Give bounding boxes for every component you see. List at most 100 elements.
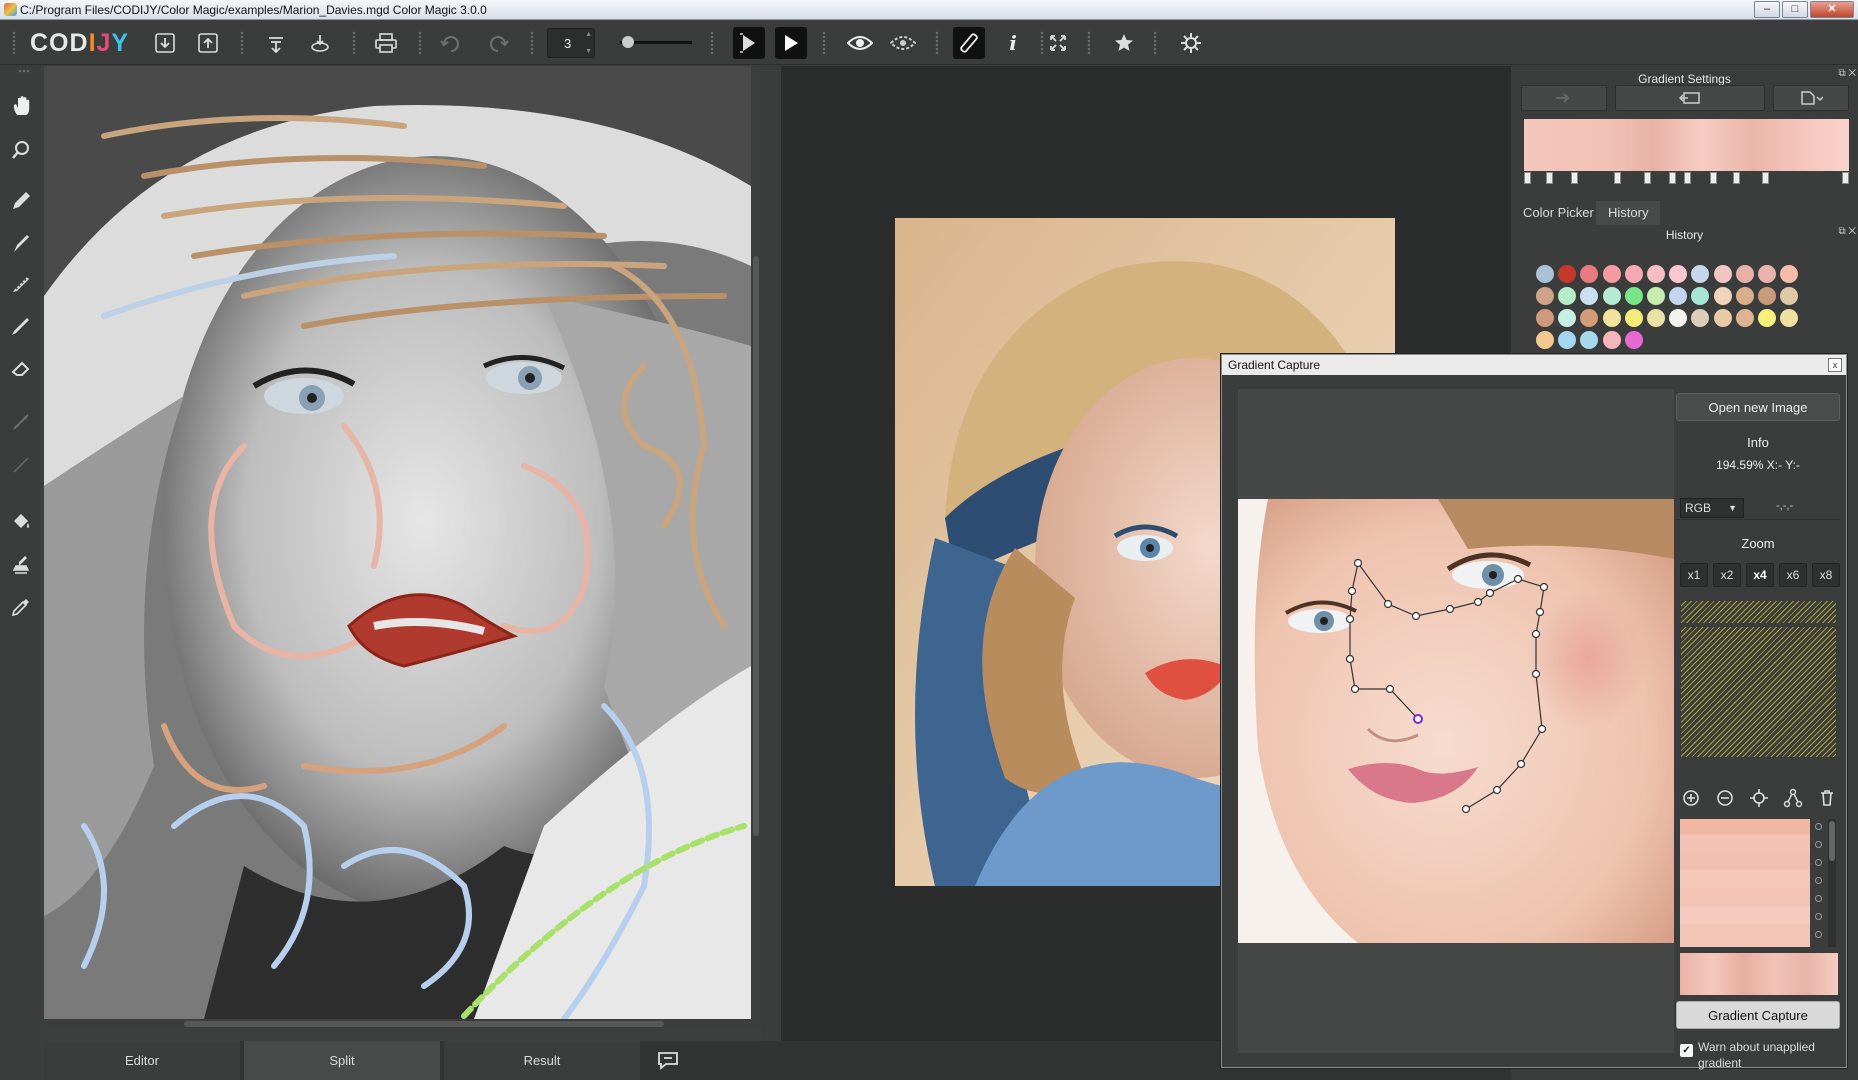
history-swatch[interactable] bbox=[1735, 265, 1754, 283]
dialog-close-button[interactable]: x bbox=[1828, 358, 1842, 372]
zoom-x2-button[interactable]: x2 bbox=[1713, 563, 1741, 587]
brush-icon[interactable] bbox=[6, 228, 36, 258]
history-swatch[interactable] bbox=[1780, 287, 1799, 305]
history-swatch[interactable] bbox=[1669, 265, 1688, 283]
history-swatch[interactable] bbox=[1780, 309, 1799, 327]
warn-unapplied-checkbox[interactable]: ✓ Warn about unapplied gradient bbox=[1678, 1039, 1842, 1071]
history-swatch[interactable] bbox=[1758, 265, 1776, 283]
thin-line-icon[interactable] bbox=[6, 450, 36, 480]
editor-hscroll[interactable] bbox=[44, 1019, 761, 1029]
toolbar-grip[interactable] bbox=[12, 31, 16, 55]
scroll-thumb[interactable] bbox=[1829, 821, 1835, 861]
toolbar-grip[interactable] bbox=[240, 31, 244, 55]
export-icon[interactable] bbox=[260, 27, 292, 59]
trash-icon[interactable] bbox=[1816, 787, 1838, 809]
history-swatch[interactable] bbox=[1602, 309, 1621, 327]
zoom-x6-button[interactable]: x6 bbox=[1779, 563, 1807, 587]
play-step-icon[interactable] bbox=[733, 27, 765, 59]
toolbar-grip[interactable] bbox=[1087, 31, 1091, 55]
gradient-list-radios[interactable] bbox=[1812, 819, 1826, 947]
split-divider[interactable] bbox=[761, 66, 781, 1041]
star-icon[interactable] bbox=[1108, 27, 1140, 59]
history-swatch[interactable] bbox=[1580, 287, 1599, 305]
tab-color-picker[interactable]: Color Picker bbox=[1511, 201, 1606, 225]
gradient-list-scrollbar[interactable] bbox=[1828, 819, 1836, 947]
history-swatch[interactable] bbox=[1735, 309, 1754, 327]
tab-result[interactable]: Result bbox=[444, 1041, 640, 1080]
zoom-x8-button[interactable]: x8 bbox=[1812, 563, 1840, 587]
marker-icon[interactable] bbox=[6, 311, 36, 341]
panel-float-close-icon[interactable]: ⧉ ✕ bbox=[1838, 68, 1856, 79]
history-swatch[interactable] bbox=[1580, 309, 1599, 327]
toolbar-grip[interactable] bbox=[822, 31, 826, 55]
open-icon[interactable] bbox=[192, 27, 224, 59]
history-swatch[interactable] bbox=[1558, 331, 1577, 349]
settings-icon[interactable] bbox=[1175, 27, 1207, 59]
print-icon[interactable] bbox=[370, 27, 402, 59]
panel-float-close-icon[interactable]: ⧉ ✕ bbox=[1838, 226, 1856, 237]
move-point-icon[interactable] bbox=[1748, 787, 1770, 809]
history-swatch[interactable] bbox=[1624, 331, 1643, 349]
pen-icon[interactable] bbox=[953, 27, 985, 59]
hand-icon[interactable] bbox=[6, 91, 36, 121]
checkbox-checked-icon[interactable]: ✓ bbox=[1680, 1044, 1693, 1057]
history-swatch[interactable] bbox=[1624, 265, 1643, 283]
toolbar-grip[interactable] bbox=[418, 31, 422, 55]
zoom-x1-button[interactable]: x1 bbox=[1680, 563, 1708, 587]
line-tool-icon[interactable] bbox=[6, 407, 36, 437]
speech-bubble-icon[interactable] bbox=[652, 1044, 684, 1076]
zoom-icon[interactable] bbox=[6, 135, 36, 165]
info-icon[interactable]: i bbox=[997, 27, 1029, 59]
toolbar-grip[interactable] bbox=[935, 31, 939, 55]
fill-bucket-icon[interactable] bbox=[6, 507, 36, 537]
eye-icon[interactable] bbox=[844, 27, 876, 59]
history-swatch[interactable] bbox=[1780, 265, 1799, 283]
toolbar-grip[interactable] bbox=[710, 31, 714, 55]
history-swatch[interactable] bbox=[1536, 287, 1554, 305]
undo-icon[interactable] bbox=[435, 27, 467, 59]
history-swatch[interactable] bbox=[1647, 265, 1665, 283]
history-swatch[interactable] bbox=[1647, 309, 1665, 327]
export-icon[interactable] bbox=[304, 27, 336, 59]
pencil-icon[interactable] bbox=[6, 186, 36, 216]
history-swatch[interactable] bbox=[1602, 331, 1621, 349]
history-swatch[interactable] bbox=[1713, 265, 1732, 283]
add-point-icon[interactable] bbox=[1680, 787, 1702, 809]
editor-vscroll[interactable] bbox=[751, 66, 761, 1029]
brush-size-spinbox[interactable]: 3 ▲ ▼ bbox=[547, 28, 595, 58]
history-swatch[interactable] bbox=[1758, 309, 1776, 327]
history-swatch[interactable] bbox=[1580, 265, 1599, 283]
color-mode-select[interactable]: RGB ▼ bbox=[1680, 498, 1744, 518]
toolbar-grip[interactable] bbox=[1153, 31, 1157, 55]
history-swatch[interactable] bbox=[1647, 287, 1665, 305]
captured-gradient-list[interactable] bbox=[1680, 819, 1810, 947]
capture-canvas[interactable] bbox=[1238, 389, 1674, 1053]
scroll-thumb[interactable] bbox=[184, 1021, 664, 1027]
spray-icon[interactable] bbox=[6, 269, 36, 299]
history-swatch[interactable] bbox=[1735, 287, 1754, 305]
tab-history[interactable]: History bbox=[1596, 201, 1661, 225]
apply-gradient-icon[interactable] bbox=[1521, 85, 1607, 111]
history-swatch[interactable] bbox=[1669, 309, 1688, 327]
zoom-x4-button[interactable]: x4 bbox=[1746, 563, 1774, 587]
maximize-button[interactable]: □ bbox=[1782, 1, 1808, 18]
history-swatch[interactable] bbox=[1624, 309, 1643, 327]
tab-editor[interactable]: Editor bbox=[44, 1041, 240, 1080]
remove-point-icon[interactable] bbox=[1714, 787, 1736, 809]
toolbar-grip[interactable] bbox=[530, 31, 534, 55]
history-swatch[interactable] bbox=[1713, 287, 1732, 305]
eyedropper-icon[interactable] bbox=[6, 592, 36, 622]
history-swatch[interactable] bbox=[1691, 265, 1710, 283]
history-swatch[interactable] bbox=[1624, 287, 1643, 305]
history-swatch[interactable] bbox=[1558, 287, 1577, 305]
stamp-icon[interactable] bbox=[6, 550, 36, 580]
history-swatch[interactable] bbox=[1758, 287, 1776, 305]
history-swatch[interactable] bbox=[1691, 309, 1710, 327]
history-swatch[interactable] bbox=[1536, 331, 1554, 349]
scroll-thumb[interactable] bbox=[753, 256, 759, 836]
gradient-stops[interactable] bbox=[1524, 172, 1849, 186]
history-swatch[interactable] bbox=[1691, 287, 1710, 305]
brush-size-slider[interactable] bbox=[620, 36, 692, 48]
editor-canvas[interactable] bbox=[44, 66, 761, 1029]
save-icon[interactable] bbox=[149, 27, 181, 59]
